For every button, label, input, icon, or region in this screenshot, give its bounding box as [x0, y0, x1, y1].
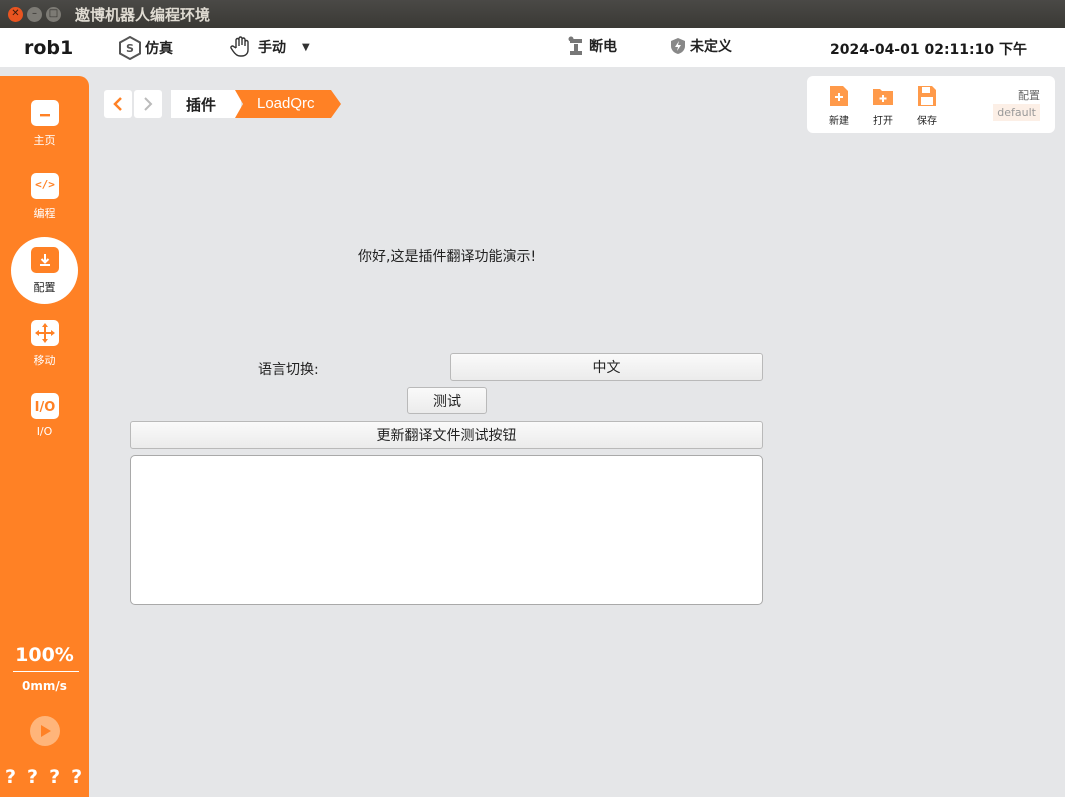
config-label: 配置 — [1018, 89, 1040, 102]
manual-label: 手动 — [258, 40, 286, 56]
config-file-panel: 新建 打开 保存 配置 default — [807, 76, 1055, 133]
sidebar-item-label: 移动 — [33, 354, 56, 367]
move-icon — [30, 320, 59, 346]
save-config-label: 保存 — [917, 116, 937, 127]
save-config-button[interactable]: 保存 — [907, 84, 947, 127]
language-label: 语言切换: — [258, 362, 319, 378]
sidebar: 主页 </> 编程 配置 移动 I/O I/O 100% 0mm/s ? ? ?… — [0, 76, 89, 797]
sidebar-item-config[interactable]: 配置 — [0, 237, 89, 304]
test-button[interactable]: 测试 — [407, 387, 487, 414]
window-minimize-button[interactable]: – — [27, 6, 42, 22]
update-translation-button[interactable]: 更新翻译文件测试按钮 — [130, 421, 763, 449]
sidebar-item-label: 主页 — [33, 134, 56, 147]
forward-button[interactable] — [134, 90, 162, 118]
window-title: 遨博机器人编程环境 — [75, 5, 211, 24]
robot-arm-icon — [568, 36, 582, 55]
language-select[interactable]: 中文 — [450, 353, 763, 381]
greeting-text: 你好,这是插件翻译功能演示! — [358, 249, 537, 265]
open-config-label: 打开 — [873, 116, 893, 127]
sidebar-item-io[interactable]: I/O I/O — [0, 393, 89, 438]
breadcrumb-label: LoadQrc — [257, 95, 315, 112]
svg-text:</>: </> — [35, 178, 55, 191]
window-close-button[interactable]: ✕ — [8, 6, 23, 22]
chevron-right-icon — [144, 97, 153, 111]
chevron-down-icon: ▼ — [302, 41, 310, 53]
shield-icon — [671, 38, 685, 54]
svg-text:I/O: I/O — [34, 400, 55, 415]
speed-percent[interactable]: 100% — [0, 644, 89, 666]
sidebar-item-move[interactable]: 移动 — [0, 320, 89, 368]
chevron-left-icon — [113, 97, 122, 111]
folder-icon — [873, 89, 893, 105]
config-value: default — [993, 104, 1040, 121]
simulation-label: 仿真 — [145, 41, 173, 57]
speed-value: 0mm/s — [22, 679, 67, 693]
power-label: 断电 — [589, 39, 617, 55]
home-icon — [30, 100, 59, 126]
help-mark[interactable]: ? — [5, 766, 16, 788]
open-config-button[interactable]: 打开 — [863, 84, 903, 127]
datetime-display: 2024-04-01 02:11:10 下午 — [830, 42, 1027, 58]
new-config-label: 新建 — [829, 116, 849, 127]
window-maximize-button[interactable]: □ — [46, 6, 61, 22]
sidebar-item-label: 编程 — [33, 207, 56, 220]
save-icon — [918, 86, 936, 106]
output-textarea[interactable] — [130, 455, 763, 605]
config-icon — [30, 247, 59, 273]
robot-name: rob1 — [24, 37, 74, 59]
breadcrumb-plugin[interactable]: 插件 — [171, 90, 241, 118]
svg-text:S: S — [126, 42, 134, 55]
sidebar-item-program[interactable]: </> 编程 — [0, 173, 89, 221]
window-titlebar: ✕ – □ 遨博机器人编程环境 — [0, 0, 1065, 28]
breadcrumb-current[interactable]: LoadQrc — [235, 90, 341, 118]
help-marks: ? ? ? ? — [5, 766, 82, 788]
power-status[interactable]: 断电 — [567, 36, 617, 56]
help-mark[interactable]: ? — [49, 766, 60, 788]
speed-divider — [13, 671, 79, 672]
sidebar-item-home[interactable]: 主页 — [0, 100, 89, 148]
sidebar-item-label: I/O — [36, 425, 53, 438]
new-file-icon — [830, 86, 848, 106]
new-config-button[interactable]: 新建 — [819, 84, 859, 127]
play-icon — [41, 725, 51, 737]
io-icon: I/O — [30, 393, 59, 419]
manual-mode-dropdown[interactable]: 手动 ▼ — [230, 36, 310, 58]
breadcrumb-label: 插件 — [186, 95, 217, 114]
play-button[interactable] — [30, 716, 60, 746]
help-mark[interactable]: ? — [71, 766, 82, 788]
help-mark[interactable]: ? — [27, 766, 38, 788]
code-icon: </> — [30, 173, 59, 199]
safety-status[interactable]: 未定义 — [670, 36, 732, 56]
status-bar: rob1 S 仿真 手动 ▼ 断电 未定义 2024-04-01 02:11:1… — [0, 28, 1065, 67]
sidebar-item-label: 配置 — [33, 281, 56, 294]
safety-label: 未定义 — [690, 39, 732, 55]
hand-icon — [230, 36, 249, 57]
back-button[interactable] — [104, 90, 132, 118]
simulation-toggle[interactable]: S 仿真 — [119, 36, 173, 60]
simulation-icon: S — [119, 36, 141, 60]
